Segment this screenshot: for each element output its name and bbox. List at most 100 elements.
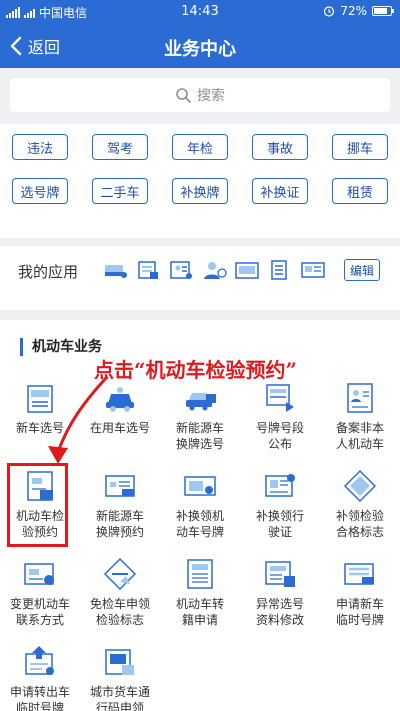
tag-rental[interactable]: 租赁 [332, 178, 388, 204]
service-label-line2: 临时号牌 [15, 701, 64, 711]
transfer-out-plate-icon [25, 646, 54, 675]
filing-icon [347, 383, 373, 413]
instruction-annotation: 点击“机动车检验预约” [94, 358, 298, 382]
back-label: 返回 [28, 38, 61, 57]
service-plate-range[interactable]: 号牌号段 公布 [240, 380, 320, 462]
temp-plate-icon [344, 563, 374, 585]
inspection-mark-icon [343, 469, 377, 503]
service-label-line2: 检验标志 [95, 613, 144, 627]
service-label-line2: 换牌选号 [175, 437, 224, 451]
app-person-icon[interactable] [201, 259, 227, 281]
car-select-icon [106, 387, 134, 412]
service-ev-booking[interactable]: 新能源车 换牌预约 [80, 468, 160, 550]
service-label-line1: 变更机动车 [9, 597, 70, 611]
service-label-line2: 驶证 [267, 525, 292, 539]
back-button[interactable]: 返回 [10, 24, 60, 68]
tag-replace-license[interactable]: 补换证 [252, 178, 308, 204]
service-inspection-booking[interactable]: 机动车检 验预约 [0, 468, 80, 550]
battery-percent: 72% [340, 4, 367, 18]
service-license-replace[interactable]: 补换领行 驶证 [240, 468, 320, 550]
service-label-line2: 验预约 [21, 525, 58, 539]
new-car-plate-icon [27, 385, 53, 413]
my-apps-label: 我的应用 [18, 263, 79, 281]
service-label-line2: 换牌预约 [95, 525, 144, 539]
exempt-mark-icon [103, 557, 137, 591]
service-label-line2: 临时号牌 [335, 613, 384, 627]
service-label-line2: 人机动车 [335, 437, 384, 451]
service-label-line1: 机动车检 [15, 509, 64, 523]
service-inspection-mark[interactable]: 补领检验 合格标志 [320, 468, 400, 550]
service-label-line1: 申请新车 [335, 597, 384, 611]
service-label-line2: 籍申请 [181, 613, 218, 627]
quick-tags: 违法 驾考 年检 事故 挪车 选号牌 二手车 补换牌 补换证 租赁 [0, 124, 400, 238]
service-label-line1: 新车选号 [15, 421, 64, 435]
service-label-line2: 行码申领 [95, 701, 144, 711]
section-title: 机动车业务 [20, 338, 102, 356]
tag-annual-inspection[interactable]: 年检 [172, 134, 228, 160]
app-list-icon[interactable] [267, 259, 293, 281]
status-right: 72% [323, 4, 394, 18]
service-ev-plate[interactable]: 新能源车 换牌选号 [160, 380, 240, 462]
service-label-line1: 在用车选号 [89, 421, 150, 435]
search-icon [176, 88, 191, 103]
service-label-line1: 异常选号 [255, 597, 304, 611]
service-label-line2: 动车号牌 [175, 525, 224, 539]
edit-button[interactable]: 编辑 [344, 259, 380, 281]
service-truck-pass[interactable]: 城市货车通 行码申领 [80, 644, 160, 711]
service-label-line1: 机动车转 [175, 597, 224, 611]
service-exempt-mark[interactable]: 免检车申领 检验标志 [80, 556, 160, 638]
plate-replace-icon [184, 476, 216, 496]
plate-range-icon [266, 384, 294, 412]
app-id-icon[interactable] [168, 259, 194, 281]
alarm-icon [324, 6, 335, 17]
service-filing[interactable]: 备案非本 人机动车 [320, 380, 400, 462]
service-label-line1: 补换领行 [255, 509, 304, 523]
service-label-line2: 合格标志 [335, 525, 384, 539]
vehicle-services-section: 机动车业务 点击“机动车检验预约” 新车选号 在用车选号 新能源车换牌选号 号牌… [0, 320, 400, 711]
title-bar: 返回 业务中心 [0, 24, 400, 68]
search-area: 搜索 [0, 68, 400, 124]
transfer-icon [187, 559, 213, 589]
service-label-line1: 城市货车通 [89, 685, 150, 699]
service-transfer-out-plate[interactable]: 申请转出车 临时号牌 [0, 644, 80, 711]
service-label-line2: 联系方式 [15, 613, 64, 627]
service-label-line2: 公布 [267, 437, 292, 451]
inspection-booking-icon [27, 471, 53, 501]
tag-used-car[interactable]: 二手车 [92, 178, 148, 204]
status-bar: 中国电信 14:43 72% [0, 0, 400, 24]
tag-select-plate[interactable]: 选号牌 [12, 178, 68, 204]
app-car-icon[interactable] [102, 259, 128, 281]
my-apps-bar: 我的应用 编辑 [0, 246, 400, 310]
service-label-line1: 申请转出车 [9, 685, 70, 699]
data-edit-icon [265, 561, 295, 587]
tag-driving-test[interactable]: 驾考 [92, 134, 148, 160]
service-data-edit[interactable]: 异常选号 资料修改 [240, 556, 320, 638]
app-window-icon[interactable] [234, 259, 260, 281]
service-plate-replace[interactable]: 补换领机 动车号牌 [160, 468, 240, 550]
service-contact-change[interactable]: 变更机动车 联系方式 [0, 556, 80, 638]
app-doc-icon[interactable] [135, 259, 161, 281]
app-card-icon[interactable] [300, 259, 326, 281]
tag-move-car[interactable]: 挪车 [332, 134, 388, 160]
ev-plate-icon [186, 393, 216, 411]
tag-violation[interactable]: 违法 [12, 134, 68, 160]
truck-pass-icon [105, 649, 134, 675]
service-label-line1: 新能源车 [175, 421, 224, 435]
service-label-line1: 号牌号段 [255, 421, 304, 435]
service-new-car-plate[interactable]: 新车选号 [0, 380, 80, 462]
tag-replace-plate[interactable]: 补换牌 [172, 178, 228, 204]
service-transfer[interactable]: 机动车转 籍申请 [160, 556, 240, 638]
tag-accident[interactable]: 事故 [252, 134, 308, 160]
service-label-line1: 补领检验 [335, 509, 384, 523]
service-label-line1: 备案非本 [335, 421, 384, 435]
contact-change-icon [24, 563, 54, 585]
service-label-line1: 补换领机 [175, 509, 224, 523]
search-placeholder: 搜索 [197, 88, 225, 104]
search-input[interactable]: 搜索 [10, 78, 390, 112]
service-used-car-plate[interactable]: 在用车选号 [80, 380, 160, 462]
license-replace-icon [265, 474, 295, 497]
battery-icon [372, 6, 394, 16]
service-label-line1: 免检车申领 [89, 597, 150, 611]
service-temp-plate[interactable]: 申请新车 临时号牌 [320, 556, 400, 638]
ev-booking-icon [105, 475, 135, 497]
